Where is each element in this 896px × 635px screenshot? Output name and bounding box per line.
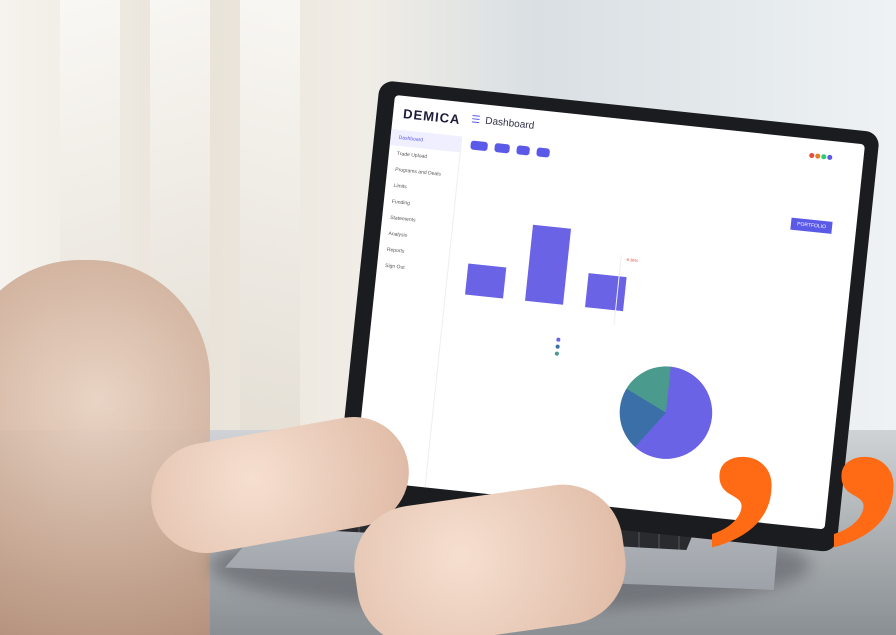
pie-chart: [615, 361, 717, 464]
filter-chip[interactable]: [536, 147, 550, 158]
person: [0, 260, 210, 635]
quote-mark-icon: ,: [708, 234, 783, 566]
chart-bar: [465, 262, 507, 299]
app-logo: DEMICA: [402, 106, 462, 128]
page-title: Dashboard: [484, 115, 535, 132]
status-dots: [809, 152, 834, 163]
menu-icon[interactable]: ☰: [471, 114, 481, 126]
portfolio-button[interactable]: PORTFOLIO: [790, 217, 833, 234]
filter-chip[interactable]: [470, 140, 489, 152]
quote-mark-icon: ,: [830, 250, 896, 550]
chart-bar: [525, 224, 572, 305]
laptop-screen: DEMICA ☰ Dashboard Dashboard Trade Uploa…: [354, 95, 865, 530]
filter-chip[interactable]: [494, 142, 511, 154]
background-photo: DEMICA ☰ Dashboard Dashboard Trade Uploa…: [0, 0, 896, 635]
window-blind: [240, 0, 300, 440]
filter-chips: [470, 133, 554, 160]
pie-legend: [554, 336, 562, 358]
filter-chip[interactable]: [516, 145, 531, 156]
